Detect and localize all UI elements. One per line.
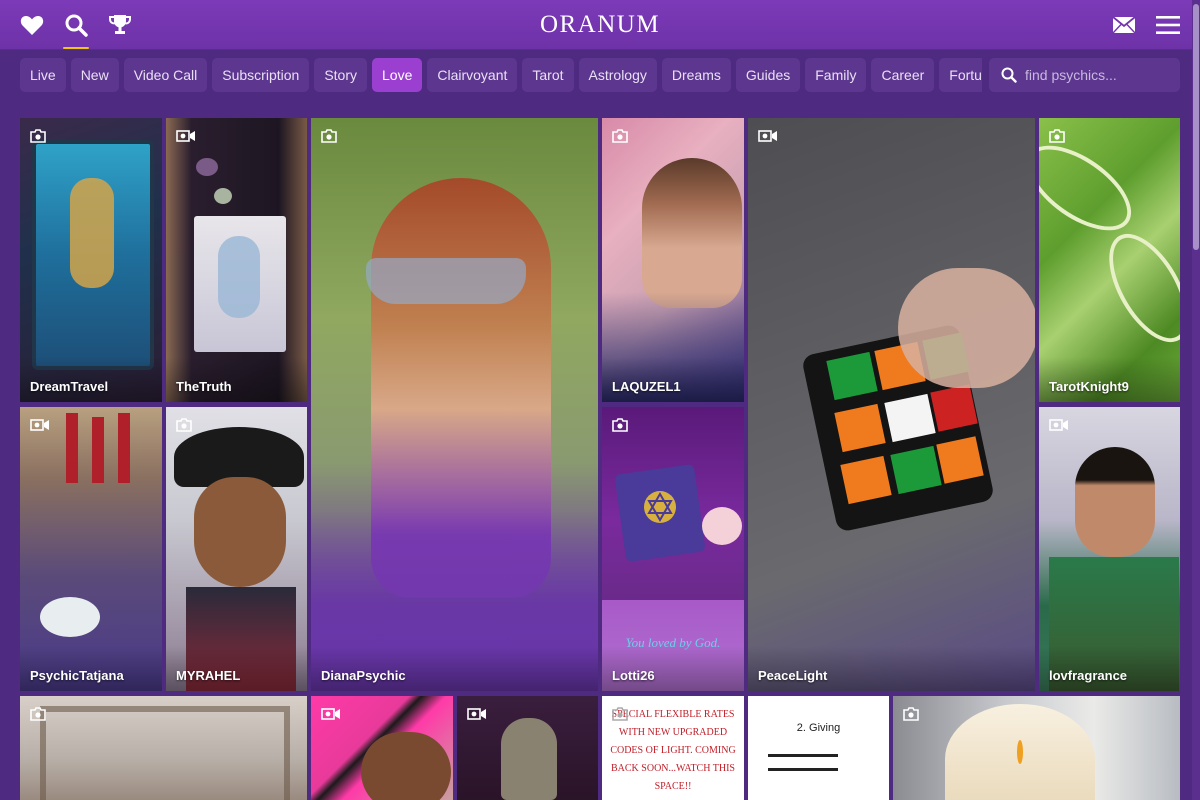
- star-of-david-icon: [644, 491, 676, 523]
- psychic-name: PsychicTatjana: [30, 668, 124, 683]
- psychic-card[interactable]: TarotKnight9: [1039, 118, 1180, 402]
- psychic-name: LAQUZEL1: [612, 379, 681, 394]
- psychic-card[interactable]: [311, 696, 453, 800]
- psychic-name: PeaceLight: [758, 668, 828, 683]
- camera-icon: [612, 707, 628, 721]
- psychic-card[interactable]: You loved by God. Lotti26: [602, 407, 744, 691]
- video-camera-icon: [758, 130, 777, 142]
- psychic-name: TarotKnight9: [1049, 379, 1129, 394]
- psychic-card[interactable]: [893, 696, 1180, 800]
- psychic-card[interactable]: PsychicTatjana: [20, 407, 162, 691]
- portrait-image: [1075, 447, 1155, 557]
- psychic-name: MYRAHEL: [176, 668, 241, 683]
- psychic-name: DreamTravel: [30, 379, 109, 394]
- psychic-card[interactable]: PeaceLight: [748, 118, 1035, 691]
- psychics-grid: DreamTravel TheTruth DianaPsychic LAQUZE…: [0, 0, 1200, 800]
- psychic-name: TheTruth: [176, 379, 232, 394]
- psychic-card[interactable]: 2. Giving: [748, 696, 889, 800]
- camera-icon: [903, 707, 919, 721]
- psychic-name: Lotti26: [612, 668, 655, 683]
- camera-icon: [612, 418, 628, 432]
- psychic-card[interactable]: lovfragrance: [1039, 407, 1180, 691]
- psychic-card[interactable]: SPECIAL FLEXIBLE RATES WITH NEW UPGRADED…: [602, 696, 744, 800]
- psychic-name: lovfragrance: [1049, 668, 1128, 683]
- camera-icon: [1049, 129, 1065, 143]
- camera-icon: [612, 129, 628, 143]
- video-camera-icon: [467, 708, 486, 720]
- camera-icon: [176, 418, 192, 432]
- psychic-name: DianaPsychic: [321, 668, 406, 683]
- psychic-card[interactable]: DreamTravel: [20, 118, 162, 402]
- psychic-card[interactable]: MYRAHEL: [166, 407, 307, 691]
- psychic-card[interactable]: [20, 696, 307, 800]
- psychic-card[interactable]: DianaPsychic: [311, 118, 598, 691]
- video-camera-icon: [1049, 419, 1068, 431]
- video-camera-icon: [30, 419, 49, 431]
- portrait-image: [642, 158, 742, 308]
- card-caption: 2. Giving: [796, 722, 841, 734]
- psychic-card[interactable]: LAQUZEL1: [602, 118, 744, 402]
- camera-icon: [30, 707, 46, 721]
- psychic-card[interactable]: [457, 696, 598, 800]
- leaf-image: [1039, 129, 1146, 247]
- psychic-card[interactable]: TheTruth: [166, 118, 307, 402]
- camera-icon: [30, 129, 46, 143]
- angel-statue-image: [501, 718, 557, 800]
- camera-icon: [321, 129, 337, 143]
- video-camera-icon: [321, 708, 340, 720]
- video-camera-icon: [176, 130, 195, 142]
